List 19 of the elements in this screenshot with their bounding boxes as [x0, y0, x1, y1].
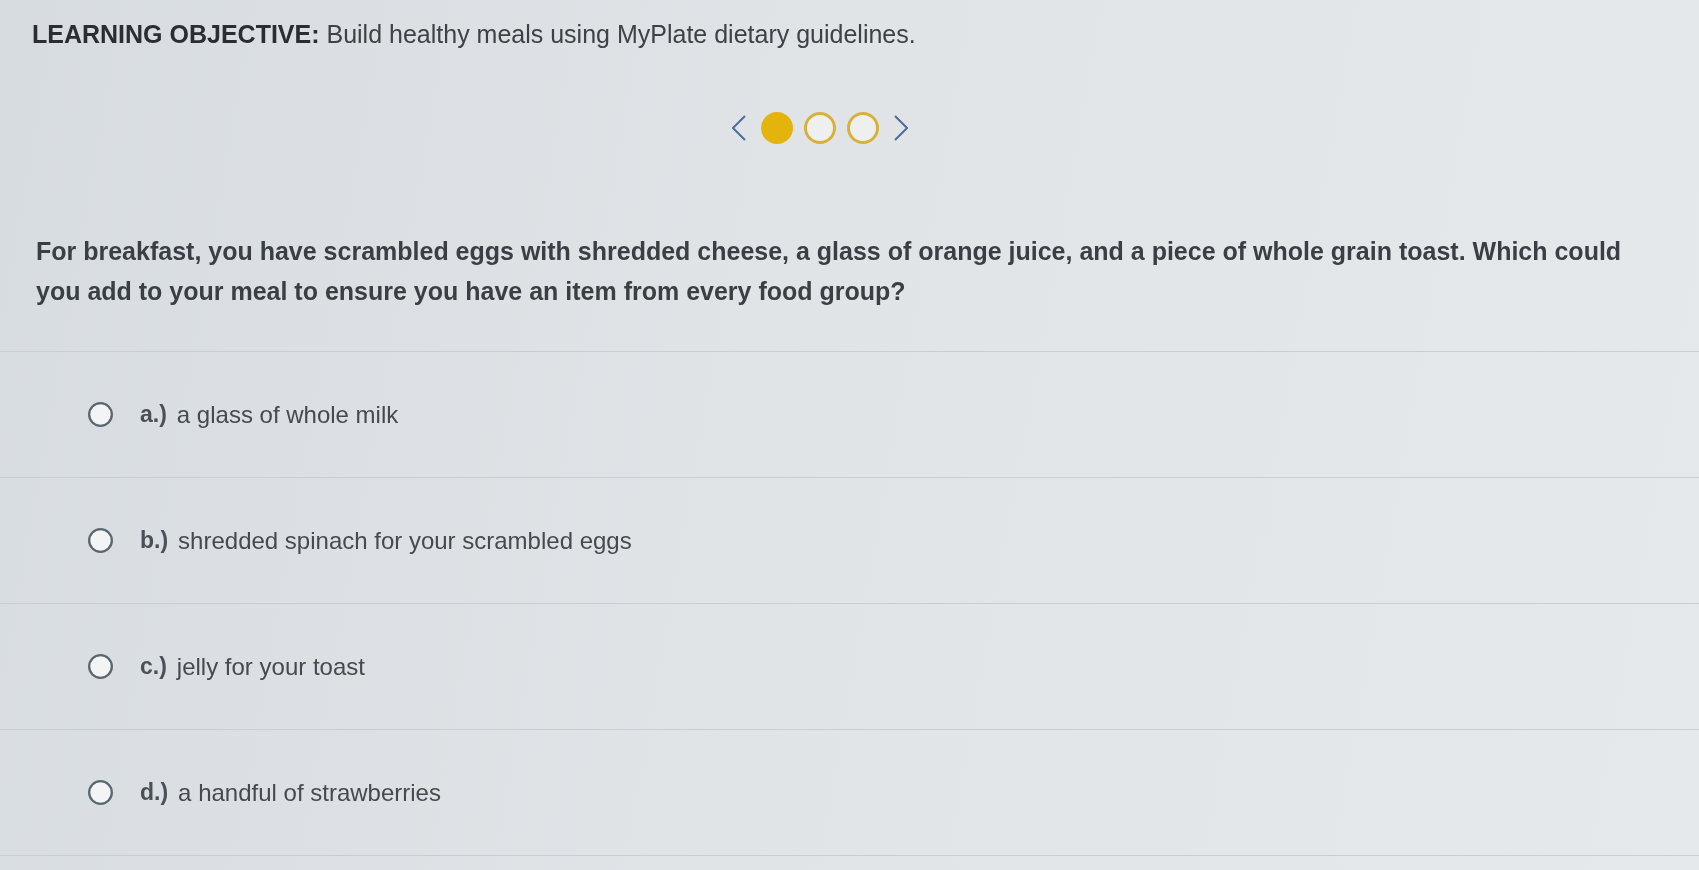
- page-dot-icon[interactable]: [760, 112, 793, 144]
- learning-objective: LEARNING OBJECTIVE: Build healthy meals using MyPlate dietary guidelines.: [32, 19, 917, 50]
- option-letter: a.): [140, 401, 167, 428]
- radio-button[interactable]: [88, 654, 113, 679]
- option-text: a handful of strawberries: [178, 778, 441, 807]
- option-letter: d.): [140, 779, 169, 806]
- chevron-left-icon[interactable]: [731, 115, 746, 141]
- page-dot-icon[interactable]: [803, 112, 836, 144]
- page-dot-icon[interactable]: [846, 112, 879, 144]
- option-text: a glass of whole milk: [176, 400, 399, 429]
- option-letter: c.): [140, 653, 167, 680]
- radio-button[interactable]: [88, 402, 113, 427]
- question-text: For breakfast, you have scrambled eggs with shredded cheese, a glass of orange juice, and a piece of whole grain toast. Which could you add to your meal to ensure you have an item from every food group?: [36, 236, 1623, 307]
- radio-button[interactable]: [88, 780, 113, 805]
- option-text: shredded spinach for your scrambled eggs: [178, 526, 632, 555]
- chevron-right-icon[interactable]: [893, 115, 908, 141]
- radio-button[interactable]: [88, 528, 113, 553]
- option-text: jelly for your toast: [176, 652, 365, 681]
- option-letter: b.): [140, 527, 169, 554]
